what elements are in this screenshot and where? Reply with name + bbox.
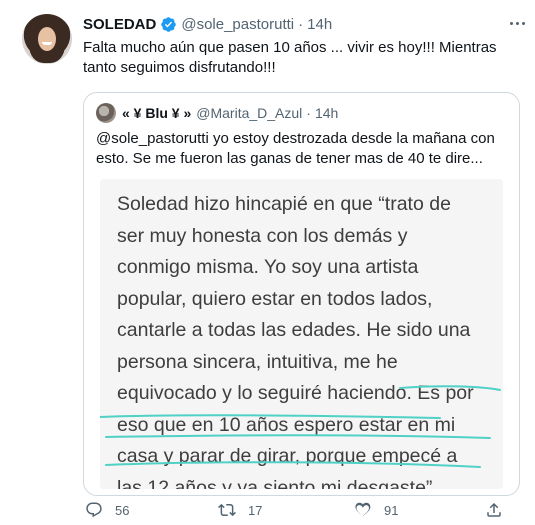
highlight-scribble — [100, 385, 501, 468]
reply-icon — [86, 502, 102, 518]
tweet-text-line: tanto seguimos disfrutando!!! — [83, 59, 276, 76]
more-icon[interactable] — [506, 14, 528, 32]
tweet-text: Falta mucho aún que pasen 10 años ... vi… — [83, 38, 523, 78]
share-icon — [487, 502, 501, 517]
quoted-tweet[interactable]: « ¥ Blu ¥ » @Marita_D_Azul · 14h @sole_p… — [83, 92, 520, 496]
reply-button[interactable]: 56 — [85, 501, 129, 519]
header-separator: · — [298, 15, 304, 33]
author-avatar[interactable] — [22, 14, 72, 64]
retweet-icon — [218, 503, 236, 517]
quoted-tweet-text: @sole_pastorutti yo estoy destrozada des… — [96, 129, 511, 169]
tweet-timestamp[interactable]: 14h — [307, 16, 332, 33]
quoted-author-avatar[interactable] — [96, 103, 116, 123]
author-handle[interactable]: @sole_pastorutti — [181, 16, 294, 33]
quoted-text-line: esto. Se me fueron las ganas de tener ma… — [96, 150, 483, 167]
tweet-actions: 56 17 91 — [83, 498, 528, 524]
tweet[interactable]: SOLEDAD @sole_pastorutti · 14h Falta muc… — [0, 0, 535, 525]
quoted-header-separator: · — [306, 105, 311, 121]
tweet-header: SOLEDAD @sole_pastorutti · 14h — [83, 13, 332, 35]
author-display-name[interactable]: SOLEDAD — [83, 16, 156, 33]
quoted-text-line: @sole_pastorutti yo estoy destrozada des… — [96, 130, 495, 147]
reply-count: 56 — [115, 502, 130, 518]
like-icon — [355, 502, 371, 516]
tweet-text-line: Falta mucho aún que pasen 10 años ... vi… — [83, 39, 497, 56]
like-count: 91 — [384, 502, 399, 518]
retweet-button[interactable]: 17 — [218, 501, 262, 519]
share-button[interactable] — [485, 501, 503, 519]
quoted-timestamp: 14h — [314, 105, 339, 121]
like-button[interactable]: 91 — [354, 501, 398, 519]
verified-badge-icon — [161, 16, 177, 32]
retweet-count: 17 — [248, 502, 263, 518]
quoted-author-handle: @Marita_D_Azul — [196, 105, 303, 121]
quoted-tweet-header: « ¥ Blu ¥ » @Marita_D_Azul · 14h — [96, 103, 338, 123]
quoted-author-display-name: « ¥ Blu ¥ » — [122, 105, 192, 121]
quoted-tweet-image[interactable]: Soledad hizo hincapié en que “trato de s… — [100, 179, 503, 489]
